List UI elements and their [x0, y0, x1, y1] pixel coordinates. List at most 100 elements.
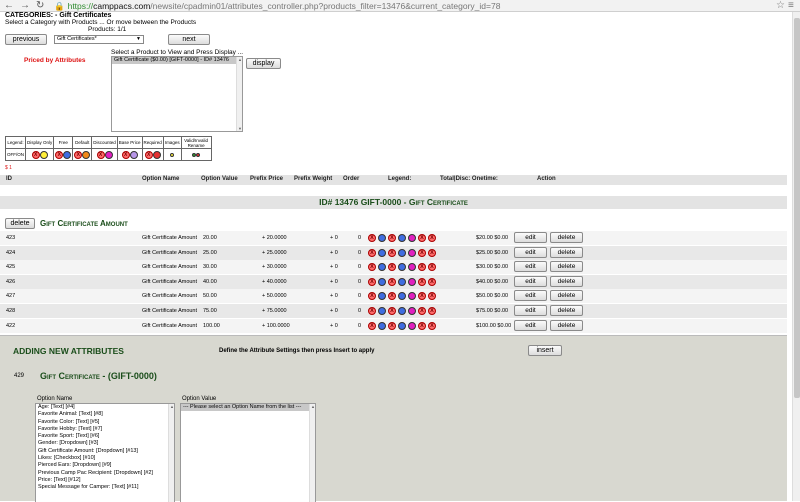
blue-dot-icon[interactable]	[398, 321, 406, 330]
option-name-item[interactable]: Favorite Sport: [Text] [#6]	[36, 433, 174, 440]
x-off-icon[interactable]: X	[418, 263, 426, 272]
edit-button[interactable]: edit	[514, 232, 547, 243]
edit-button[interactable]: edit	[514, 261, 547, 273]
edit-button[interactable]: edit	[514, 246, 547, 258]
x-off-icon[interactable]: X	[428, 307, 436, 315]
x-off-icon[interactable]: X	[368, 234, 376, 242]
option-value-scrollbar[interactable]: ▲	[309, 404, 315, 502]
option-name-item[interactable]: Gift Certificate Amount: [Dropdown] [#13…	[36, 448, 174, 455]
menu-icon[interactable]: ≡	[788, 0, 794, 12]
edit-button[interactable]: edit	[514, 305, 547, 316]
scroll-up-icon[interactable]: ▲	[237, 57, 242, 62]
x-off-icon[interactable]: X	[418, 307, 426, 315]
x-off-icon[interactable]: X	[428, 277, 436, 286]
page-scrollbar[interactable]	[792, 12, 800, 501]
blue-dot-icon[interactable]	[398, 234, 406, 242]
delete-button[interactable]: delete	[550, 261, 583, 273]
edit-button[interactable]: edit	[514, 319, 547, 331]
address-bar[interactable]: 🔒 https://camppacs.com/newsite/cpadmin01/…	[54, 0, 774, 12]
magenta-dot-icon[interactable]	[408, 292, 416, 301]
display-button[interactable]: display	[246, 58, 281, 69]
edit-button[interactable]: edit	[514, 275, 547, 287]
delete-button[interactable]: delete	[550, 232, 583, 243]
delete-button[interactable]: delete	[550, 275, 583, 287]
option-name-listbox[interactable]: Age: [Text] [#4] Favorite Animal: [Text] …	[35, 403, 175, 502]
option-name-item[interactable]: Likes: [Checkbox] [#10]	[36, 455, 174, 462]
x-off-icon[interactable]: X	[368, 321, 376, 330]
x-off-icon[interactable]: X	[388, 321, 396, 330]
option-name-scrollbar[interactable]: ▲	[168, 404, 174, 502]
x-off-icon[interactable]: X	[388, 248, 396, 257]
x-off-icon[interactable]: X	[388, 234, 396, 242]
blue-dot-icon[interactable]	[378, 248, 386, 257]
magenta-dot-icon[interactable]	[408, 248, 416, 257]
x-off-icon[interactable]: X	[418, 292, 426, 301]
option-name-item[interactable]: Previous Camp Pac Recipient: [Dropdown] …	[36, 470, 174, 477]
forward-icon[interactable]: →	[20, 0, 30, 12]
x-off-icon[interactable]: X	[388, 277, 396, 286]
blue-dot-icon[interactable]	[378, 321, 386, 330]
blue-dot-icon[interactable]	[398, 263, 406, 272]
category-select[interactable]: Gift Certificates* ▼	[54, 35, 144, 44]
blue-dot-icon[interactable]	[378, 292, 386, 301]
option-name-item[interactable]: Favorite Color: [Text] [#5]	[36, 419, 174, 426]
x-off-icon[interactable]: X	[428, 292, 436, 301]
product-listbox[interactable]: Gift Certificate ($0.00) [GIFT-0000] - I…	[111, 56, 243, 132]
option-name-item[interactable]: Favorite Animal: [Text] [#8]	[36, 411, 174, 418]
x-off-icon[interactable]: X	[428, 263, 436, 272]
delete-group-button[interactable]: delete	[5, 218, 35, 229]
option-name-item[interactable]: Age: [Text] [#4]	[36, 404, 174, 411]
delete-button[interactable]: delete	[550, 319, 583, 331]
product-option[interactable]: Gift Certificate ($0.00) [GIFT-0000] - I…	[112, 57, 242, 65]
x-off-icon[interactable]: X	[368, 263, 376, 272]
reload-icon[interactable]: ↻	[36, 0, 44, 12]
magenta-dot-icon[interactable]	[408, 277, 416, 286]
scrollbar-thumb[interactable]	[794, 18, 800, 398]
magenta-dot-icon[interactable]	[408, 263, 416, 272]
blue-dot-icon[interactable]	[378, 277, 386, 286]
x-off-icon[interactable]: X	[368, 248, 376, 257]
blue-dot-icon[interactable]	[398, 292, 406, 301]
x-off-icon[interactable]: X	[428, 234, 436, 242]
option-name-item[interactable]: Special Message for Camper: [Text] [#11]	[36, 484, 174, 491]
blue-dot-icon[interactable]	[378, 263, 386, 272]
x-off-icon[interactable]: X	[368, 292, 376, 301]
previous-button[interactable]: previous	[5, 34, 47, 45]
scroll-down-icon[interactable]: ▼	[237, 126, 242, 131]
scroll-up-icon[interactable]: ▲	[310, 404, 315, 409]
magenta-dot-icon[interactable]	[408, 307, 416, 315]
option-name-item[interactable]: Gender: [Dropdown] [#3]	[36, 440, 174, 447]
insert-button[interactable]: insert	[528, 345, 562, 356]
delete-button[interactable]: delete	[550, 246, 583, 258]
x-off-icon[interactable]: X	[368, 307, 376, 315]
blue-dot-icon[interactable]	[378, 307, 386, 315]
x-off-icon[interactable]: X	[418, 234, 426, 242]
x-off-icon[interactable]: X	[418, 321, 426, 330]
next-button[interactable]: next	[168, 34, 210, 45]
delete-button[interactable]: delete	[550, 290, 583, 302]
x-off-icon[interactable]: X	[428, 248, 436, 257]
blue-dot-icon[interactable]	[378, 234, 386, 242]
edit-button[interactable]: edit	[514, 290, 547, 302]
x-off-icon[interactable]: X	[418, 248, 426, 257]
bookmark-star-icon[interactable]: ☆	[776, 0, 785, 12]
magenta-dot-icon[interactable]	[408, 321, 416, 330]
option-name-item[interactable]: Price: [Text] [#12]	[36, 477, 174, 484]
blue-dot-icon[interactable]	[398, 248, 406, 257]
x-off-icon[interactable]: X	[428, 321, 436, 330]
back-icon[interactable]: ←	[4, 0, 14, 12]
delete-button[interactable]: delete	[550, 305, 583, 316]
option-name-item[interactable]: Favorite Hobby: [Text] [#7]	[36, 426, 174, 433]
x-off-icon[interactable]: X	[388, 263, 396, 272]
x-off-icon[interactable]: X	[418, 277, 426, 286]
x-off-icon[interactable]: X	[368, 277, 376, 286]
blue-dot-icon[interactable]	[398, 277, 406, 286]
x-off-icon[interactable]: X	[388, 292, 396, 301]
blue-dot-icon[interactable]	[398, 307, 406, 315]
scroll-up-icon[interactable]: ▲	[169, 404, 174, 409]
option-name-item[interactable]: Pierced Ears: [Dropdown] [#9]	[36, 462, 174, 469]
listbox-scrollbar[interactable]: ▲ ▼	[236, 57, 242, 131]
magenta-dot-icon[interactable]	[408, 234, 416, 242]
x-off-icon[interactable]: X	[388, 307, 396, 315]
option-value-listbox[interactable]: --- Please select an Option Name from th…	[180, 403, 316, 502]
